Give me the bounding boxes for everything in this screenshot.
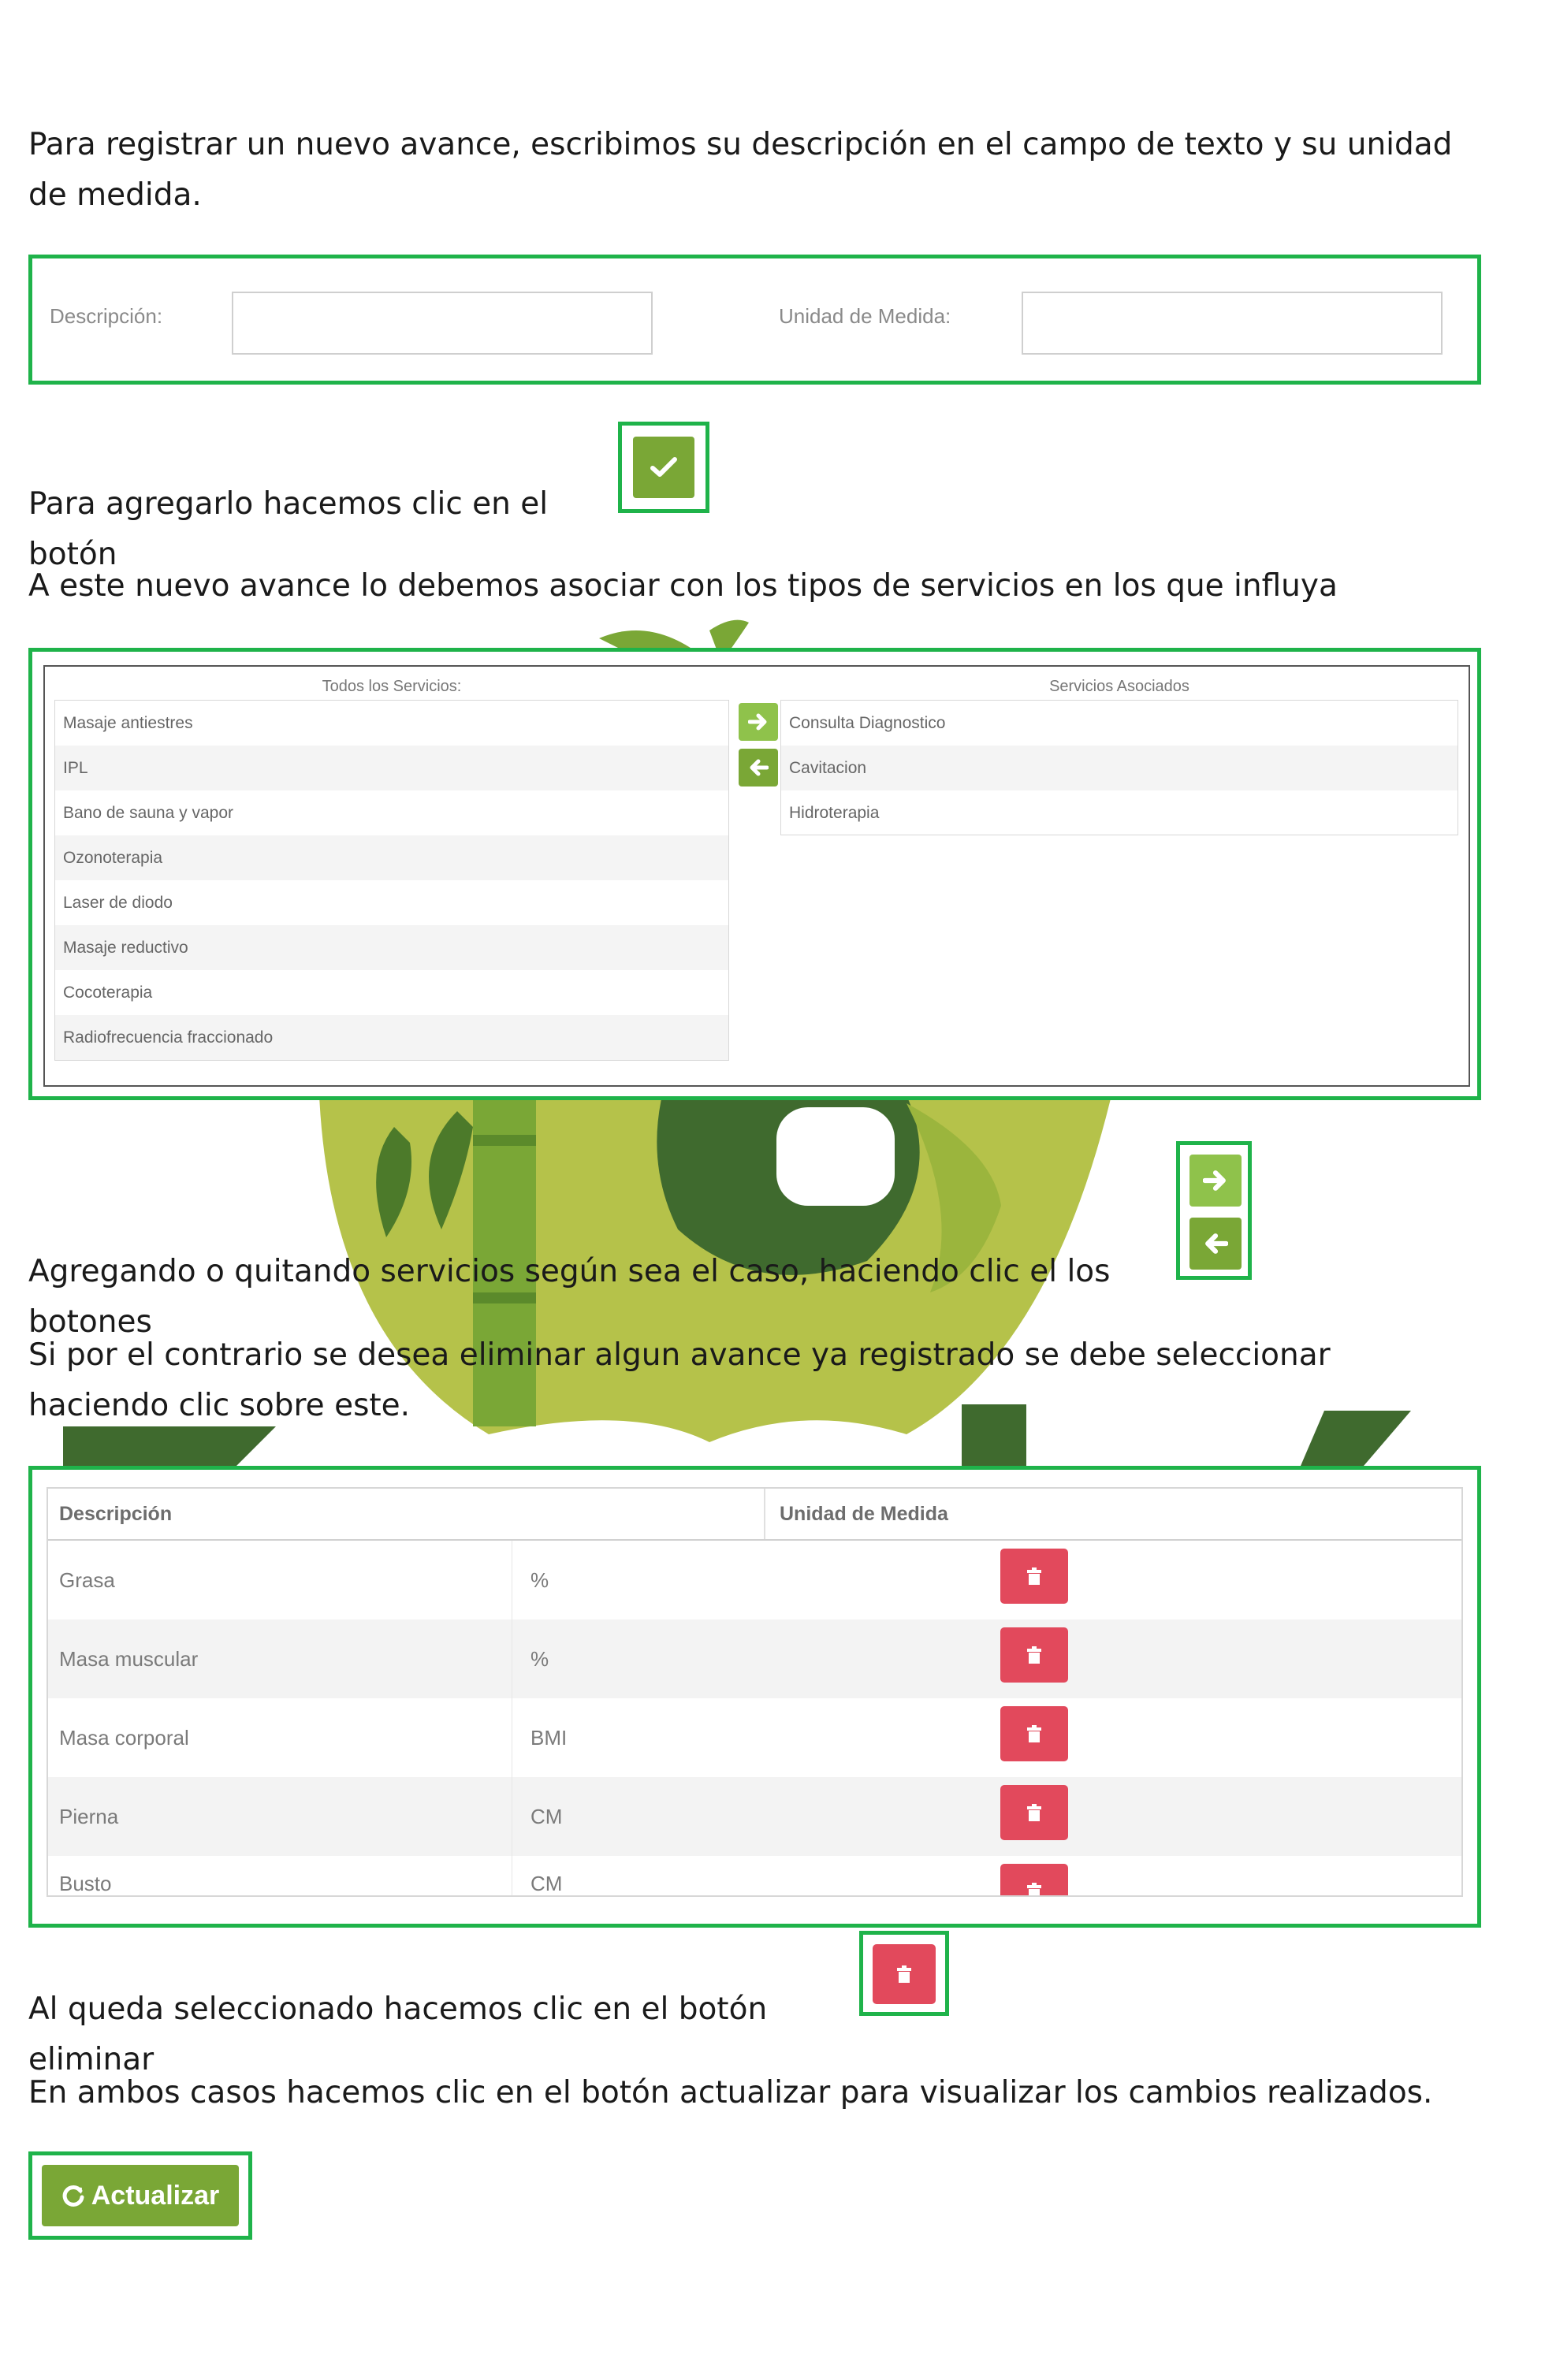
refresh-instruction: En ambos casos hacemos clic en el botón … [28,2075,1433,2110]
trash-icon [1027,1567,1041,1585]
check-button[interactable] [633,437,694,498]
cell-descripcion: Busto [59,1872,112,1895]
list-item[interactable]: Bano de sauna y vapor [55,790,728,835]
actualizar-label: Actualizar [91,2180,220,2211]
unidad-medida-input[interactable] [1022,292,1443,355]
delete-button-highlight [859,1931,949,2016]
check-icon [650,457,677,477]
delete-button[interactable] [1000,1785,1068,1840]
associated-services-list: Consulta Diagnostico Cavitacion Hidroter… [780,700,1458,835]
cell-descripcion: Masa muscular [59,1647,199,1671]
all-services-list: Masaje antiestres IPL Bano de sauna y va… [54,700,729,1061]
trash-icon [897,1965,911,1983]
delete-button[interactable] [1000,1706,1068,1761]
actualizar-button[interactable]: Actualizar [42,2165,239,2226]
table-row[interactable]: Grasa % [48,1541,1461,1620]
trash-icon [1027,1725,1041,1742]
column-header-descripcion: Descripción [59,1503,173,1525]
intro-paragraph: Para registrar un nuevo avance, escribim… [28,127,1453,213]
list-item[interactable]: IPL [55,746,728,790]
avances-table: Descripción Unidad de Medida Grasa % Mas… [47,1487,1463,1897]
cell-unidad: % [531,1568,549,1592]
descripcion-label: Descripción: [50,304,163,328]
services-panel: Todos los Servicios: Servicios Asociados… [43,665,1470,1087]
table-row[interactable]: Masa corporal BMI [48,1698,1461,1777]
services-highlight: Todos los Servicios: Servicios Asociados… [28,648,1481,1100]
table-row[interactable]: Busto CM [48,1856,1461,1895]
list-item[interactable]: Ozonoterapia [55,835,728,880]
descripcion-input[interactable] [232,292,653,355]
add-service-button[interactable] [739,703,778,741]
arrow-left-icon [750,759,769,776]
associate-instruction: A este nuevo avance lo debemos asociar c… [28,568,1338,604]
list-item[interactable]: Cocoterapia [55,970,728,1015]
associated-services-title: Servicios Asociados [1049,678,1189,695]
table-row[interactable]: Masa muscular % [48,1620,1461,1698]
unidad-medida-label: Unidad de Medida: [779,304,951,328]
check-button-highlight [618,422,709,513]
list-item[interactable]: Hidroterapia [781,790,1458,835]
trash-icon [1027,1646,1041,1664]
list-item[interactable]: Cavitacion [781,746,1458,790]
refresh-icon [62,2185,84,2207]
remove-service-button[interactable] [739,749,778,787]
cell-descripcion: Pierna [59,1805,119,1828]
delete-instruction: Si por el contrario se desea eliminar al… [28,1337,1331,1423]
cell-descripcion: Masa corporal [59,1726,189,1750]
trash-icon [1027,1804,1041,1821]
delete-button[interactable] [1000,1627,1068,1683]
list-item[interactable]: Consulta Diagnostico [781,701,1458,746]
arrow-left-button[interactable] [1189,1218,1242,1270]
arrow-right-icon [748,713,767,731]
delete-button[interactable] [873,1944,936,2004]
cell-descripcion: Grasa [59,1568,115,1592]
form-highlight: Descripción: Unidad de Medida: [28,255,1481,385]
arrow-left-icon [1205,1233,1228,1254]
arrow-buttons-highlight [1176,1141,1252,1280]
all-services-title: Todos los Servicios: [322,678,462,695]
trash-icon [1027,1883,1041,1895]
arrow-right-button[interactable] [1189,1155,1242,1207]
arrow-right-icon [1203,1170,1226,1191]
table-header: Descripción Unidad de Medida [48,1489,1461,1541]
list-item[interactable]: Masaje antiestres [55,701,728,746]
delete-button[interactable] [1000,1549,1068,1604]
table-highlight: Descripción Unidad de Medida Grasa % Mas… [28,1466,1481,1928]
column-header-unidad: Unidad de Medida [780,1503,948,1525]
cell-unidad: CM [531,1805,563,1828]
actualizar-highlight: Actualizar [28,2151,252,2240]
header-divider [764,1489,765,1539]
table-row[interactable]: Pierna CM [48,1777,1461,1856]
list-item[interactable]: Masaje reductivo [55,925,728,970]
list-item[interactable]: Laser de diodo [55,880,728,925]
delete-button[interactable] [1000,1864,1068,1895]
cell-unidad: BMI [531,1726,568,1750]
cell-unidad: % [531,1647,549,1671]
cell-unidad: CM [531,1872,563,1895]
list-item[interactable]: Radiofrecuencia fraccionado [55,1015,728,1060]
